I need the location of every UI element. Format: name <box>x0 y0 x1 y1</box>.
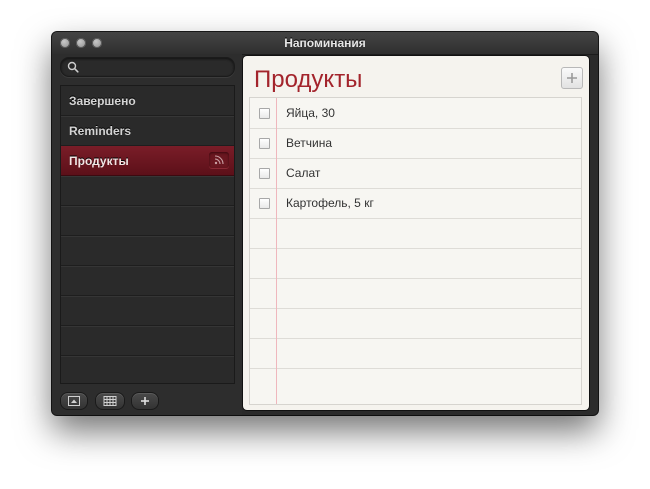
sidebar-item-label: Завершено <box>69 94 136 108</box>
title-bar[interactable]: Напоминания <box>52 32 598 55</box>
search-icon <box>67 61 79 73</box>
sidebar-item-label: Продукты <box>69 154 129 168</box>
reminder-item[interactable]: Яйца, 30 <box>250 98 581 128</box>
reminder-checkbox[interactable] <box>259 168 270 179</box>
empty-row <box>61 266 234 296</box>
toggle-sidebar-button[interactable] <box>60 392 88 410</box>
reminder-label[interactable]: Салат <box>286 166 320 180</box>
reminder-item[interactable]: Картофель, 5 кг <box>250 188 581 218</box>
rule-line <box>250 308 581 309</box>
sidebar-item-label: Reminders <box>69 124 132 138</box>
reminder-label[interactable]: Яйца, 30 <box>286 106 335 120</box>
sidebar-item-products[interactable]: Продукты <box>61 146 234 176</box>
window-title: Напоминания <box>284 36 366 50</box>
empty-row <box>61 176 234 206</box>
share-icon[interactable] <box>209 152 229 168</box>
reminder-label[interactable]: Ветчина <box>286 136 332 150</box>
reminders-window: Напоминания Завершено Reminders Продукты <box>52 32 598 415</box>
empty-row <box>61 236 234 266</box>
sidebar-item-completed[interactable]: Завершено <box>61 86 234 116</box>
reminders-sheet: Яйца, 30 Ветчина Салат Картофель, 5 кг <box>249 97 582 405</box>
rule-line <box>250 338 581 339</box>
list-title: Продукты <box>254 66 363 93</box>
plus-icon <box>141 397 149 405</box>
add-reminder-button[interactable] <box>561 67 583 89</box>
reminder-checkbox[interactable] <box>259 198 270 209</box>
rule-line <box>250 278 581 279</box>
reminder-checkbox[interactable] <box>259 138 270 149</box>
search-input[interactable] <box>81 59 233 76</box>
plus-icon <box>567 73 577 83</box>
empty-row <box>61 296 234 326</box>
reminder-label[interactable]: Картофель, 5 кг <box>286 196 374 210</box>
reminder-item[interactable]: Салат <box>250 158 581 188</box>
reminder-checkbox[interactable] <box>259 108 270 119</box>
reminder-item[interactable]: Ветчина <box>250 128 581 158</box>
search-field[interactable] <box>60 57 235 77</box>
calendar-icon <box>103 396 117 406</box>
rule-line <box>250 368 581 369</box>
rule-line <box>250 248 581 249</box>
empty-row <box>61 206 234 236</box>
sidebar-item-reminders[interactable]: Reminders <box>61 116 234 146</box>
rule-line <box>250 218 581 219</box>
sidebar-toggle-icon <box>68 396 80 406</box>
add-list-button[interactable] <box>131 392 159 410</box>
sidebar: Завершено Reminders Продукты <box>52 54 242 415</box>
lists-panel: Завершено Reminders Продукты <box>60 85 235 384</box>
empty-row <box>61 326 234 356</box>
show-calendar-button[interactable] <box>95 392 125 410</box>
empty-row <box>61 356 234 383</box>
reminders-list-pane: Продукты Яйца, 30 Ветчина Салат Картофел… <box>243 56 589 410</box>
